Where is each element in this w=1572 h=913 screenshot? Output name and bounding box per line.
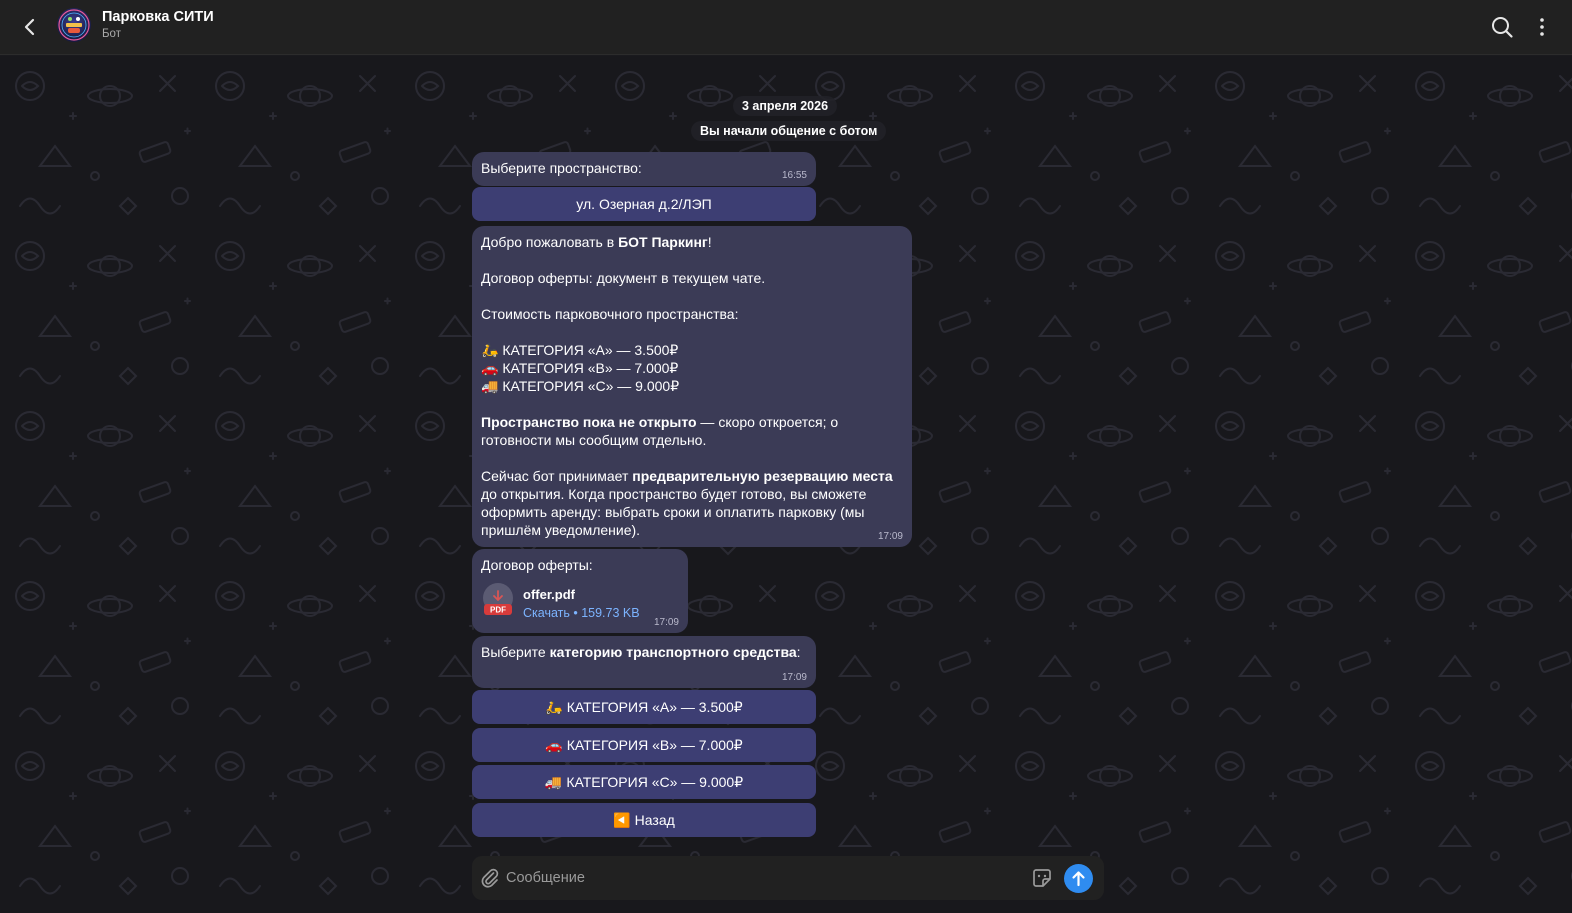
message-time: 17:09 (877, 531, 903, 542)
more-vertical-icon[interactable] (1531, 14, 1553, 40)
back-triangle-icon: ◀️ (613, 812, 631, 828)
file-name[interactable]: offer.pdf (523, 586, 575, 604)
scooter-icon: 🛵 (545, 699, 563, 715)
welcome-cost-heading: Стоимость парковочного пространства: (481, 306, 739, 322)
welcome-reservation: Сейчас бот принимает предварительную рез… (481, 468, 893, 538)
bot-avatar-icon[interactable] (57, 8, 91, 42)
scooter-icon: 🛵 (481, 342, 499, 358)
welcome-greeting: Добро пожаловать в БОТ Паркинг! (481, 234, 712, 250)
message-choose-category: Выберите категорию транспортного средств… (472, 636, 816, 688)
chat-subtitle: Бот (102, 28, 121, 40)
download-link[interactable]: Скачать • 159.73 KB (523, 604, 640, 622)
date-separator: 3 апреля 2026 (733, 96, 838, 116)
paperclip-icon[interactable] (478, 866, 502, 890)
message-input[interactable] (506, 864, 1026, 892)
message-choose-space: Выберите пространство: 16:55 (472, 152, 816, 186)
welcome-offer-line: Договор оферты: документ в текущем чате. (481, 270, 766, 286)
welcome-category-c: 🚚 КАТЕГОРИЯ «С» — 9.000₽ (481, 378, 680, 394)
car-icon: 🚗 (545, 737, 563, 753)
truck-icon: 🚚 (544, 774, 563, 790)
message-text: Договор оферты: (481, 557, 593, 573)
message-composer (472, 856, 1104, 900)
send-arrow-icon (1072, 871, 1085, 887)
truck-icon: 🚚 (481, 378, 499, 394)
welcome-category-a: 🛵 КАТЕГОРИЯ «А» — 3.500₽ (481, 342, 679, 358)
category-a-button[interactable]: 🛵 КАТЕГОРИЯ «А» — 3.500₽ (472, 690, 816, 724)
message-text: Выберите пространство: (481, 160, 642, 176)
search-icon[interactable] (1489, 14, 1515, 40)
chat-title[interactable]: Парковка СИТИ (102, 9, 214, 25)
service-message: Вы начали общение с ботом (691, 121, 887, 141)
message-time: 17:09 (781, 672, 807, 683)
back-button[interactable]: ◀️ Назад (472, 803, 816, 837)
chat-header: Парковка СИТИ Бот (0, 0, 1572, 55)
category-b-button[interactable]: 🚗 КАТЕГОРИЯ «В» — 7.000₽ (472, 728, 816, 762)
chat-area: 3 апреля 2026 Вы начали общение с ботом … (0, 56, 1572, 913)
svg-text:PDF: PDF (490, 606, 506, 615)
space-option-button[interactable]: ул. Озерная д.2/ЛЭП (472, 187, 816, 221)
message-welcome: Добро пожаловать в БОТ Паркинг! Договор … (472, 226, 912, 547)
back-arrow-icon[interactable] (16, 13, 44, 41)
welcome-category-b: 🚗 КАТЕГОРИЯ «В» — 7.000₽ (481, 360, 679, 376)
car-icon: 🚗 (481, 360, 499, 376)
message-time: 17:09 (653, 617, 679, 628)
sticker-icon[interactable] (1030, 866, 1054, 890)
message-offer-document: Договор оферты: PDF offer.pdf Скачать • … (472, 549, 688, 633)
welcome-not-open: Пространство пока не открыто — скоро отк… (481, 414, 839, 448)
pdf-file-icon[interactable]: PDF (482, 583, 514, 619)
send-button[interactable] (1064, 864, 1093, 893)
category-c-button[interactable]: 🚚 КАТЕГОРИЯ «С» — 9.000₽ (472, 765, 816, 799)
message-time: 16:55 (781, 170, 807, 181)
